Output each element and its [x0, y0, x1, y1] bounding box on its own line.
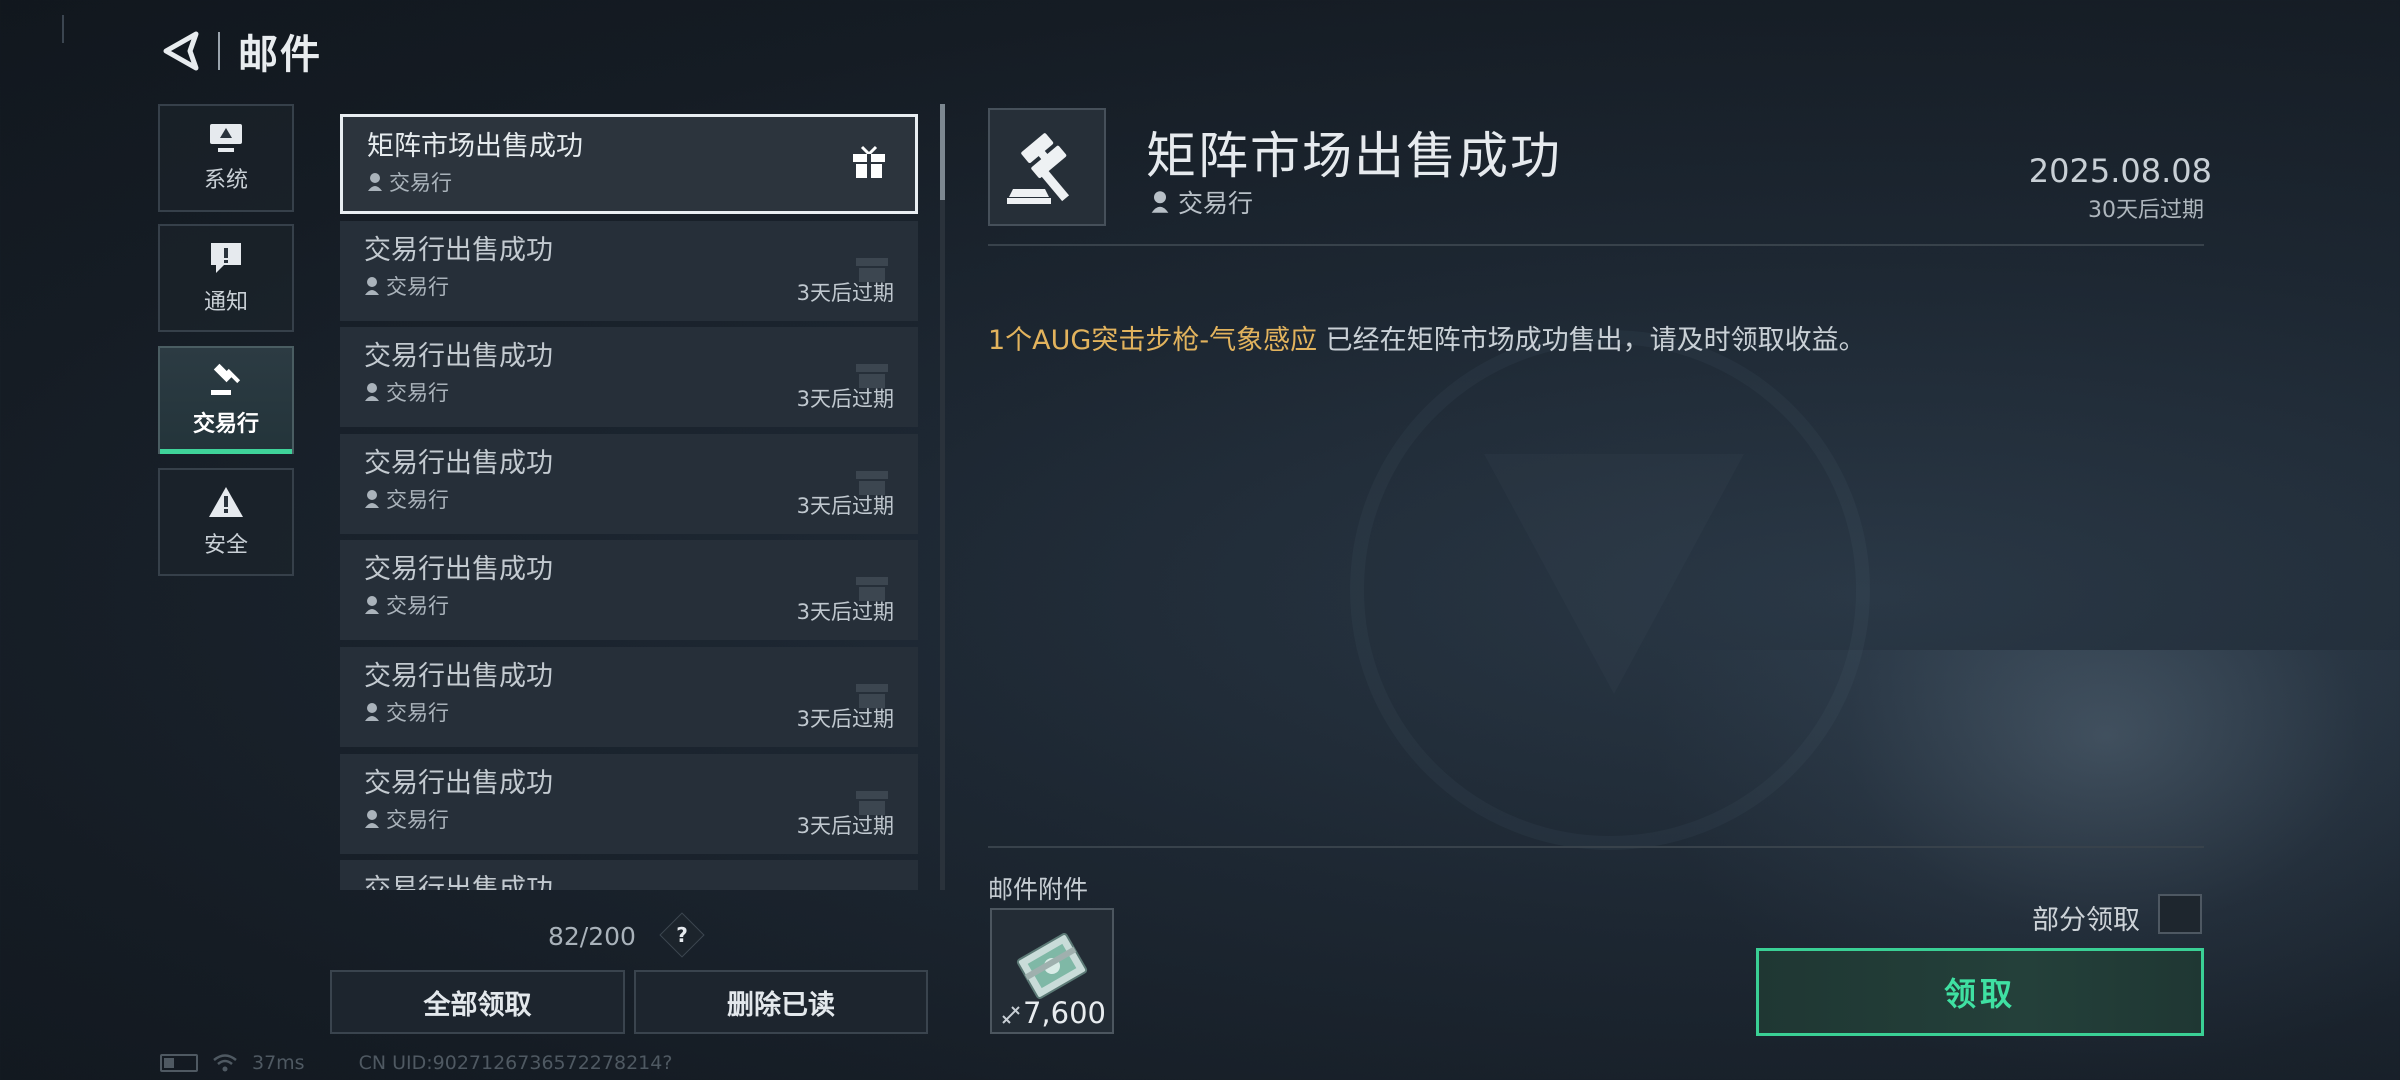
person-icon	[365, 596, 379, 614]
mail-title: 交易行出售成功	[364, 448, 553, 479]
mail-title: 交易行出售成功	[364, 874, 553, 890]
monitor-icon	[210, 124, 242, 152]
claim-all-button[interactable]: 全部领取	[330, 970, 625, 1034]
detail-date: 2025.08.08	[2028, 152, 2212, 190]
person-icon	[368, 173, 382, 191]
mail-title: 交易行出售成功	[364, 341, 553, 372]
mail-expire: 3天后过期	[796, 387, 894, 411]
gavel-icon	[211, 363, 241, 395]
tab-label: 安全	[203, 533, 248, 558]
status-bar: 37ms CN UID:9027126736572278214?	[160, 1052, 672, 1074]
battery-icon	[160, 1054, 198, 1072]
mail-item[interactable]: 交易行出售成功 交易行 3天后过期	[340, 647, 918, 747]
help-glyph: ?	[676, 923, 688, 947]
mail-title: 交易行出售成功	[364, 768, 553, 799]
page-header: 邮件	[160, 22, 322, 80]
uid-text: CN UID:9027126736572278214?	[358, 1052, 673, 1074]
back-icon[interactable]	[160, 30, 200, 72]
tab-trading[interactable]: 交易行	[158, 346, 294, 454]
mail-expire: 3天后过期	[796, 600, 894, 624]
mail-expire: 3天后过期	[796, 814, 894, 838]
mail-sender-name: 交易行	[386, 808, 449, 832]
item-name-highlight: 1个AUG突击步枪-气象感应	[988, 325, 1318, 356]
mail-item[interactable]: 交易行出售成功 交易行 3天后过期	[340, 221, 918, 321]
divider	[988, 244, 2204, 246]
mail-item[interactable]: 交易行出售成功 交易行 3天后过期	[340, 434, 918, 534]
person-icon	[365, 490, 379, 508]
mail-item-selected[interactable]: 矩阵市场出售成功 交易行	[340, 114, 918, 214]
person-icon	[365, 703, 379, 721]
warning-icon	[209, 487, 243, 517]
person-icon	[1151, 191, 1169, 213]
partial-claim-label: 部分领取	[2032, 905, 2140, 936]
tab-label: 系统	[203, 168, 248, 193]
body-text: 已经在矩阵市场成功售出，请及时领取收益。	[1317, 325, 1866, 356]
tab-label: 交易行	[192, 412, 259, 437]
mail-title: 交易行出售成功	[364, 235, 553, 266]
mail-title: 交易行出售成功	[364, 661, 553, 692]
corner-decoration	[62, 15, 64, 43]
mail-item-partial[interactable]: 交易行出售成功	[340, 860, 918, 890]
scroll-thumb[interactable]	[940, 104, 945, 200]
mail-sender-name: 交易行	[386, 488, 449, 512]
mail-sender: 交易行	[367, 167, 891, 197]
gavel-icon	[1007, 133, 1070, 204]
mail-item[interactable]: 交易行出售成功 交易行 3天后过期	[340, 754, 918, 854]
mail-sender-name: 交易行	[386, 701, 449, 725]
person-icon	[365, 277, 379, 295]
partial-claim-checkbox[interactable]	[2158, 894, 2202, 934]
delete-read-button[interactable]: 删除已读	[634, 970, 928, 1034]
divider	[988, 846, 2204, 848]
detail-title: 矩阵市场出售成功	[1146, 127, 1562, 185]
tab-label: 通知	[203, 290, 248, 315]
page-title: 邮件	[238, 32, 322, 78]
bound-icon	[1002, 1006, 1020, 1024]
mail-item[interactable]: 交易行出售成功 交易行 3天后过期	[340, 327, 918, 427]
attachment-slot[interactable]: 7,600	[990, 908, 1114, 1034]
gift-icon	[853, 145, 885, 178]
mail-item[interactable]: 交易行出售成功 交易行 3天后过期	[340, 540, 918, 640]
mail-expire: 3天后过期	[796, 281, 894, 305]
help-icon[interactable]: ?	[659, 912, 705, 958]
person-icon	[365, 810, 379, 828]
tab-security[interactable]: 安全	[158, 468, 294, 576]
mail-title: 交易行出售成功	[364, 554, 553, 585]
mail-sender-name: 交易行	[386, 381, 449, 405]
ping-value: 37ms	[252, 1052, 305, 1074]
mail-expire: 3天后过期	[796, 494, 894, 518]
mail-expire: 3天后过期	[796, 707, 894, 731]
detail-icon-box	[988, 108, 1106, 226]
detail-sender: 交易行	[1150, 184, 1253, 220]
person-icon	[365, 383, 379, 401]
alert-icon	[211, 243, 241, 273]
detail-expire: 30天后过期	[2088, 198, 2204, 223]
mail-sender-name: 交易行	[389, 171, 452, 195]
attachments-label: 邮件附件	[988, 875, 1089, 904]
mail-sender-name: 交易行	[386, 594, 449, 618]
mail-sender-name: 交易行	[386, 275, 449, 299]
detail-sender-name: 交易行	[1178, 189, 1254, 218]
header-divider	[218, 32, 220, 70]
mail-list-scrollbar[interactable]	[940, 104, 945, 890]
mail-body: 1个AUG突击步枪-气象感应 已经在矩阵市场成功售出，请及时领取收益。	[988, 318, 1866, 357]
claim-button[interactable]: 领取	[1756, 948, 2204, 1036]
tab-system[interactable]: 系统	[158, 104, 294, 212]
mail-list[interactable]: 矩阵市场出售成功 交易行 交易行出售成功 交易行 3天后过期 交易行出售成功 交…	[340, 114, 918, 890]
attachment-quantity: 7,600	[1022, 996, 1106, 1030]
mail-title: 矩阵市场出售成功	[367, 131, 583, 162]
wifi-icon	[213, 1054, 237, 1072]
tab-notice[interactable]: 通知	[158, 224, 294, 332]
mail-count: 82/200	[548, 922, 636, 951]
